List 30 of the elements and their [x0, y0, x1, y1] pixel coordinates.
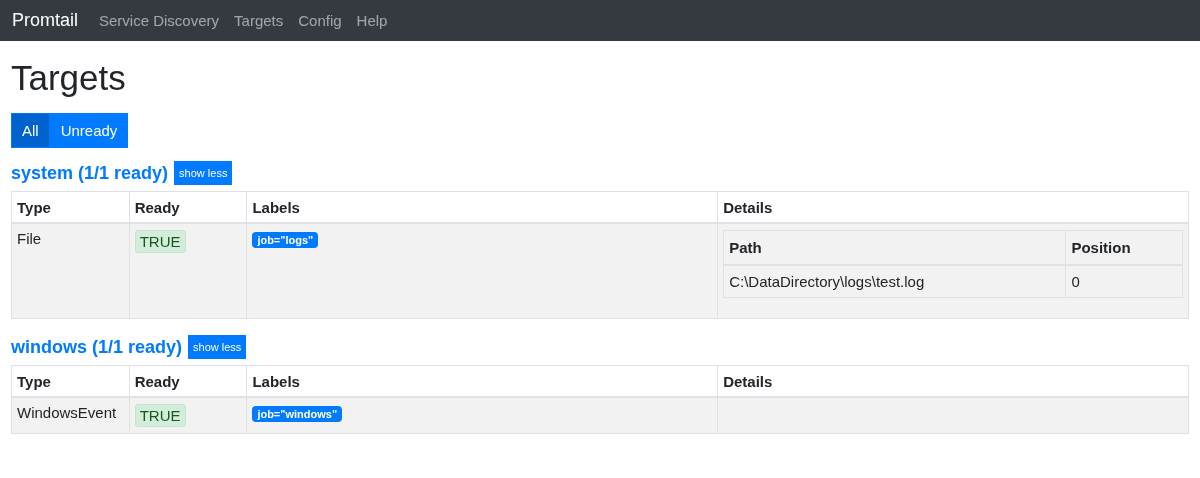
show-less-button[interactable]: show less: [174, 161, 233, 185]
table-cell: 0: [1065, 265, 1183, 298]
page-title: Targets: [11, 57, 127, 99]
column-header: Ready: [129, 191, 247, 223]
show-less-button[interactable]: show less: [188, 335, 247, 359]
filter-button[interactable]: All: [11, 113, 50, 148]
ready-badge: TRUE: [134, 404, 186, 427]
column-header: Ready: [129, 365, 247, 397]
ready-badge: TRUE: [134, 230, 186, 253]
column-header: Labels: [246, 365, 718, 397]
pool-heading[interactable]: windows (1/1 ready): [11, 336, 183, 358]
pool-heading[interactable]: system (1/1 ready): [11, 162, 169, 184]
label-badge: job="windows": [252, 406, 343, 422]
nav-link[interactable]: Targets: [234, 12, 284, 29]
column-header: Type: [11, 365, 130, 397]
column-header: Type: [11, 191, 130, 223]
nav-link[interactable]: Config: [298, 12, 342, 29]
column-header: Details: [717, 365, 1189, 397]
column-header: Details: [717, 191, 1189, 223]
nav-link[interactable]: Help: [356, 12, 388, 29]
nav-link[interactable]: Service Discovery: [99, 12, 220, 29]
table-cell: WindowsEvent: [11, 397, 130, 434]
table-cell: C:\DataDirectory\logs\test.log: [723, 265, 1066, 298]
brand-link[interactable]: Promtail: [12, 10, 78, 31]
column-header: Path: [723, 230, 1066, 265]
label-badge: job="logs": [252, 232, 319, 248]
filter-button[interactable]: Unready: [49, 113, 129, 148]
table-cell: File: [11, 223, 130, 319]
column-header: Labels: [246, 191, 718, 223]
column-header: Position: [1065, 230, 1183, 265]
